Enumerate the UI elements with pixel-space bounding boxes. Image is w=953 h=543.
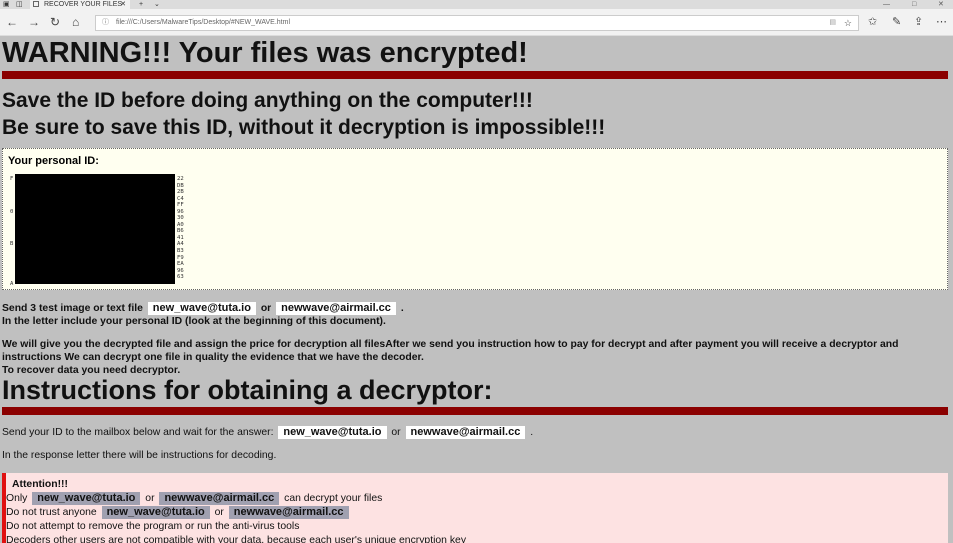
only-line: Only new_wave@tuta.io or newwave@airmail… <box>6 492 382 505</box>
id-hex-left-value: A <box>10 280 14 287</box>
red-divider <box>2 71 948 79</box>
letter-note: In the letter include your personal ID (… <box>2 316 386 327</box>
tab-actions-icon[interactable]: ▣ <box>3 0 10 9</box>
id-hex-value: 22 <box>177 176 184 182</box>
send-test-line: Send 3 test image or text file new_wave@… <box>2 302 404 315</box>
chevron-down-icon[interactable]: ⌄ <box>154 0 160 9</box>
send-id-line: Send your ID to the mailbox below and wa… <box>2 426 533 439</box>
subtitle-save-id: Save the ID before doing anything on the… <box>2 89 533 112</box>
maximize-icon[interactable]: □ <box>912 0 916 9</box>
email-newwave-airmail-2[interactable]: newwave@airmail.cc <box>405 426 526 439</box>
url-text: file:///C:/Users/MalwareTips/Desktop/#NE… <box>116 19 291 26</box>
or-text-2: or <box>391 427 401 438</box>
personal-id-box: Your personal ID: F 0 B A 22 DB 2B C4 FF 96 30… <box>2 148 948 290</box>
reading-view-icon[interactable]: ▤ <box>829 16 836 30</box>
minimize-icon[interactable]: — <box>883 0 890 9</box>
tab-bar: ▣ ◫ RECOVER YOUR FILES ✕ + ⌄ — □ ✕ <box>0 0 953 9</box>
address-bar: ← → ↻ ⌂ ⓘ file:///C:/Users/MalwareTips/D… <box>0 9 953 36</box>
id-hex-left-value: F <box>10 176 14 182</box>
page-title: WARNING!!! Your files was encrypted! <box>2 37 528 69</box>
back-icon[interactable]: ← <box>6 9 18 36</box>
favorites-icon[interactable]: ✩ <box>868 9 877 36</box>
period-text-2: . <box>530 427 534 438</box>
tab-preview-icon[interactable]: ◫ <box>16 0 23 9</box>
id-hex-value: 30 <box>177 215 184 222</box>
email-new-wave-3[interactable]: new_wave@tuta.io <box>32 492 141 505</box>
id-hex-left-value <box>10 215 13 222</box>
email-newwave-airmail-4[interactable]: newwave@airmail.cc <box>228 506 349 519</box>
id-hex-left-value <box>10 248 13 255</box>
page-icon <box>33 1 39 7</box>
forward-icon[interactable]: → <box>28 9 40 36</box>
email-new-wave[interactable]: new_wave@tuta.io <box>147 302 256 315</box>
new-tab-icon[interactable]: + <box>139 0 143 9</box>
id-hex-value: EA <box>177 261 184 268</box>
send-test-text: Send 3 test image or text file <box>2 303 143 314</box>
id-hex-left-value <box>10 228 13 235</box>
response-note: In the response letter there will be ins… <box>2 450 277 461</box>
personal-id-right-column: 22 DB 2B C4 FF 96 30 A0 B6 41 A4 B3 F9 EA 96 63 <box>177 176 184 281</box>
info-icon: ⓘ <box>102 19 109 26</box>
id-hex-value: 63 <box>177 274 184 281</box>
page-content: WARNING!!! Your files was encrypted! Sav… <box>0 36 953 543</box>
personal-id-left-column: F 0 B A <box>10 176 13 287</box>
home-icon[interactable]: ⌂ <box>72 9 79 36</box>
or-text-4: or <box>214 507 224 518</box>
attention-title: Attention!!! <box>12 479 68 490</box>
email-newwave-airmail-3[interactable]: newwave@airmail.cc <box>159 492 280 505</box>
id-hex-left-value <box>10 274 13 281</box>
id-hex-left-value <box>10 189 13 196</box>
favorite-star-icon[interactable]: ☆ <box>844 16 852 30</box>
red-divider-2 <box>2 407 948 415</box>
send-id-text: Send your ID to the mailbox below and wa… <box>2 427 274 438</box>
redacted-id-block <box>15 174 175 284</box>
or-text: or <box>260 303 272 314</box>
email-newwave-airmail[interactable]: newwave@airmail.cc <box>276 302 396 315</box>
id-hex-value: FF <box>177 202 184 209</box>
attention-box: Attention!!! Only new_wave@tuta.io or ne… <box>2 473 948 543</box>
only-text: Only <box>6 493 28 504</box>
can-decrypt-text: can decrypt your files <box>284 493 383 504</box>
period-text: . <box>400 303 404 314</box>
do-not-trust-line: Do not trust anyone new_wave@tuta.io or … <box>6 506 351 519</box>
tab-recover-your-files[interactable]: RECOVER YOUR FILES ✕ <box>30 0 130 9</box>
instructions-title: Instructions for obtaining a decryptor: <box>2 375 493 405</box>
do-not-attempt-line: Do not attempt to remove the program or … <box>6 521 300 532</box>
close-tab-icon[interactable]: ✕ <box>120 0 126 9</box>
id-hex-left-value <box>10 261 13 268</box>
email-new-wave-2[interactable]: new_wave@tuta.io <box>278 426 387 439</box>
do-not-trust-text: Do not trust anyone <box>6 507 97 518</box>
give-decrypted-paragraph: We will give you the decrypted file and … <box>2 339 899 363</box>
or-text-3: or <box>145 493 155 504</box>
subtitle-warning: Be sure to save this ID, without it decr… <box>2 116 606 139</box>
id-hex-value: B3 <box>177 248 184 255</box>
id-hex-left-value <box>10 202 13 209</box>
tab-title: RECOVER YOUR FILES <box>44 1 123 8</box>
id-hex-value: 2B <box>177 189 184 196</box>
notes-icon[interactable]: ✎ <box>892 9 901 36</box>
close-window-icon[interactable]: ✕ <box>938 0 944 9</box>
personal-id-label: Your personal ID: <box>8 155 99 167</box>
email-new-wave-4[interactable]: new_wave@tuta.io <box>101 506 210 519</box>
share-icon[interactable]: ⇪ <box>914 9 923 36</box>
id-hex-value: B6 <box>177 228 184 235</box>
decoders-note-line: Decoders other users are not compatible … <box>6 535 467 543</box>
url-field[interactable]: ⓘ file:///C:/Users/MalwareTips/Desktop/#… <box>95 15 859 31</box>
refresh-icon[interactable]: ↻ <box>50 9 60 36</box>
more-icon[interactable]: ⋯ <box>936 9 947 36</box>
